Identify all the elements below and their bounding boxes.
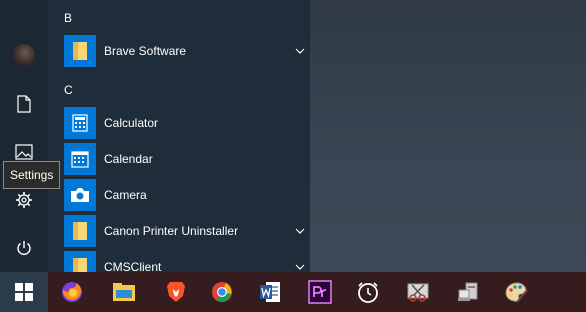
user-avatar (13, 44, 35, 66)
power-icon (17, 241, 31, 255)
folder-icon (73, 42, 87, 60)
app-label: Canon Printer Uninstaller (104, 224, 239, 238)
group-letter-b[interactable]: B (64, 11, 72, 25)
power-button[interactable] (0, 228, 48, 268)
alarm-clock-icon[interactable] (344, 272, 392, 312)
snipping-tool-icon[interactable] (394, 272, 442, 312)
documents-button[interactable] (0, 84, 48, 124)
app-label: Camera (104, 188, 147, 202)
app-tile (64, 35, 96, 67)
app-label: Brave Software (104, 44, 187, 58)
premiere-icon[interactable] (296, 272, 344, 312)
gear-icon (16, 192, 32, 208)
account-button[interactable] (0, 35, 48, 75)
app-item-calculator[interactable]: Calculator (64, 107, 310, 139)
brave-icon[interactable] (152, 272, 200, 312)
app-tile (64, 179, 96, 211)
calendar-icon (71, 151, 89, 168)
app-tile (64, 143, 96, 175)
document-icon (17, 95, 31, 113)
chevron-down-icon[interactable] (292, 223, 308, 239)
app-item-camera[interactable]: Camera (64, 179, 310, 211)
calculator-icon (72, 114, 88, 132)
paint-icon[interactable] (492, 272, 540, 312)
app-tile (64, 215, 96, 247)
chevron-down-icon[interactable] (292, 43, 308, 59)
start-button[interactable] (0, 272, 48, 312)
taskbar (0, 272, 586, 312)
folder-icon (73, 222, 87, 240)
device-manager-icon[interactable] (444, 272, 492, 312)
app-tile (64, 107, 96, 139)
word-icon[interactable] (246, 272, 294, 312)
app-item-canon-printer-uninstaller[interactable]: Canon Printer Uninstaller (64, 215, 310, 247)
file-explorer-icon[interactable] (100, 272, 148, 312)
group-letter-c[interactable]: C (64, 83, 73, 97)
firefox-icon[interactable] (48, 272, 96, 312)
app-item-brave-software[interactable]: Brave Software (64, 35, 310, 67)
desktop-background (310, 0, 586, 272)
app-label: Calendar (104, 152, 153, 166)
camera-icon (71, 188, 89, 202)
pictures-icon (15, 144, 33, 160)
app-list: B Brave Software C Calculator Calendar C… (48, 0, 310, 283)
chrome-icon[interactable] (198, 272, 246, 312)
app-item-calendar[interactable]: Calendar (64, 143, 310, 175)
windows-logo-icon (15, 283, 33, 301)
start-menu-left-rail (0, 0, 48, 272)
start-menu: Settings B Brave Software C Calculator C… (0, 0, 310, 283)
app-label: Calculator (104, 116, 159, 130)
